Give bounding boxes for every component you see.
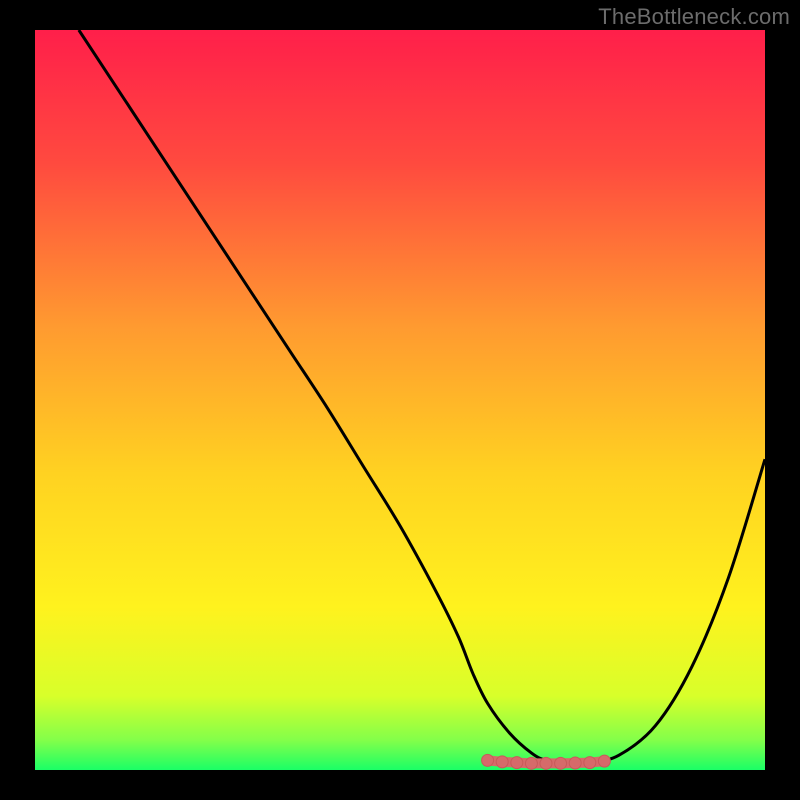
chart-background [35, 30, 765, 770]
marker-dot [540, 757, 552, 769]
marker-dot [569, 757, 581, 769]
marker-dot [584, 757, 596, 769]
chart-frame: TheBottleneck.com [0, 0, 800, 800]
marker-dot [525, 757, 537, 769]
chart-svg [35, 30, 765, 770]
marker-dot [511, 757, 523, 769]
marker-dot [496, 756, 508, 768]
marker-dot [482, 754, 494, 766]
watermark-text: TheBottleneck.com [598, 4, 790, 30]
marker-dot [555, 757, 567, 769]
marker-dot [598, 755, 610, 767]
plot-area [35, 30, 765, 770]
